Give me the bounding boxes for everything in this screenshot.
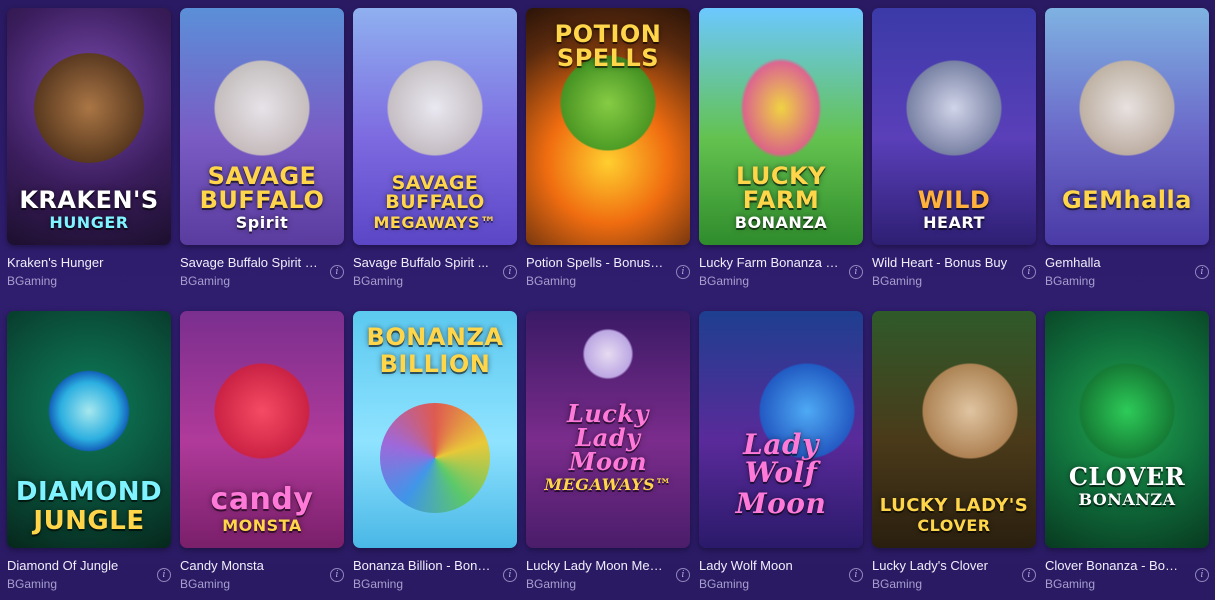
info-icon[interactable]: i [1022, 265, 1036, 279]
game-thumbnail[interactable]: LUCKY LADY'S CLOVER [872, 311, 1036, 548]
game-thumbnail[interactable]: SAVAGE BUFFALO MEGAWAYS™ [353, 8, 517, 245]
monster-artwork [207, 355, 317, 466]
info-icon[interactable]: i [676, 568, 690, 582]
game-card-bonanza-billion[interactable]: BONANZA BILLION Bonanza Billion - Bonu..… [353, 311, 517, 598]
diamond-artwork [25, 346, 153, 475]
game-thumbnail[interactable]: Lucky Lady Moon MEGAWAYS™ [526, 311, 690, 548]
game-thumbnail[interactable]: POTION SPELLS [526, 8, 690, 245]
info-icon[interactable]: i [1195, 568, 1209, 582]
raccoon-artwork [899, 52, 1009, 163]
moon-artwork [578, 323, 638, 384]
info-icon[interactable]: i [676, 265, 690, 279]
game-card-candy-monsta[interactable]: candy MONSTA Candy Monsta BGaming i [180, 311, 344, 598]
game-provider: BGaming [353, 274, 404, 288]
game-thumbnail[interactable]: GEMhalla [1045, 8, 1209, 245]
game-logo: WILD HEART [917, 186, 991, 232]
game-card-diamond-of-jungle[interactable]: DIAMOND JUNGLE Diamond Of Jungle BGaming… [7, 311, 171, 598]
game-provider: BGaming [872, 274, 923, 288]
games-grid: KRAKEN'S HUNGER Kraken's Hunger BGaming … [7, 8, 1209, 598]
info-icon[interactable]: i [157, 568, 171, 582]
game-logo: DIAMOND JUNGLE [15, 477, 163, 536]
game-logo: LUCKY LADY'S CLOVER [879, 495, 1029, 535]
game-logo: GEMhalla [1062, 186, 1192, 214]
game-title[interactable]: Diamond Of Jungle [7, 558, 147, 573]
game-card-lucky-farm-bonanza[interactable]: LUCKY FARM BONANZA Lucky Farm Bonanza E.… [699, 8, 863, 295]
info-icon[interactable]: i [849, 568, 863, 582]
game-provider: BGaming [180, 577, 231, 591]
game-provider: BGaming [526, 577, 577, 591]
game-thumbnail[interactable]: WILD HEART [872, 8, 1036, 245]
game-card-savage-buffalo-spirit-megaways[interactable]: SAVAGE BUFFALO MEGAWAYS™ Savage Buffalo … [353, 8, 517, 295]
game-title[interactable]: Candy Monsta [180, 558, 320, 573]
game-provider: BGaming [353, 577, 404, 591]
game-logo: LUCKY FARM BONANZA [734, 162, 828, 232]
game-logo: SAVAGE BUFFALO MEGAWAYS™ [373, 172, 497, 232]
info-icon[interactable]: i [330, 265, 344, 279]
game-provider: BGaming [699, 274, 750, 288]
info-icon[interactable]: i [1022, 568, 1036, 582]
game-card-lady-wolf-moon[interactable]: Lady Wolf Moon Lady Wolf Moon BGaming i [699, 311, 863, 598]
info-icon[interactable]: i [330, 568, 344, 582]
pinwheel-artwork [380, 402, 490, 513]
game-card-savage-buffalo-spirit[interactable]: SAVAGE BUFFALO Spirit Savage Buffalo Spi… [180, 8, 344, 295]
game-provider: BGaming [7, 274, 58, 288]
game-title[interactable]: Lucky Lady's Clover [872, 558, 1012, 573]
game-provider: BGaming [526, 274, 577, 288]
game-card-clover-bonanza[interactable]: CLOVER BONANZA Clover Bonanza - Bonu... … [1045, 311, 1209, 598]
game-thumbnail[interactable]: candy MONSTA [180, 311, 344, 548]
game-card-lucky-lady-moon-megaways[interactable]: Lucky Lady Moon MEGAWAYS™ Lucky Lady Moo… [526, 311, 690, 598]
game-card-potion-spells[interactable]: POTION SPELLS Potion Spells - Bonus B...… [526, 8, 690, 295]
game-thumbnail[interactable]: BONANZA BILLION [353, 311, 517, 548]
game-logo: SAVAGE BUFFALO Spirit [199, 162, 325, 232]
game-thumbnail[interactable]: LUCKY FARM BONANZA [699, 8, 863, 245]
game-title[interactable]: Lucky Farm Bonanza E... [699, 255, 839, 270]
game-title[interactable]: Lucky Lady Moon Megaw... [526, 558, 666, 573]
info-icon[interactable]: i [849, 265, 863, 279]
game-logo: candy MONSTA [210, 482, 314, 535]
game-provider: BGaming [699, 577, 750, 591]
game-title[interactable]: Gemhalla [1045, 255, 1185, 270]
game-card-gemhalla[interactable]: GEMhalla Gemhalla BGaming i [1045, 8, 1209, 295]
game-thumbnail[interactable]: SAVAGE BUFFALO Spirit [180, 8, 344, 245]
game-provider: BGaming [872, 577, 923, 591]
viking-artwork [1072, 52, 1182, 163]
game-logo: POTION SPELLS [554, 20, 662, 72]
game-title[interactable]: Potion Spells - Bonus B... [526, 255, 666, 270]
game-title[interactable]: Savage Buffalo Spirit ... [353, 255, 493, 270]
game-thumbnail[interactable]: Lady Wolf Moon [699, 311, 863, 548]
lady-artwork [915, 355, 1026, 466]
buffalo-artwork [380, 52, 490, 163]
game-provider: BGaming [1045, 274, 1096, 288]
game-title[interactable]: Kraken's Hunger [7, 255, 147, 270]
game-card-lucky-ladys-clover[interactable]: LUCKY LADY'S CLOVER Lucky Lady's Clover … [872, 311, 1036, 598]
game-title[interactable]: Wild Heart - Bonus Buy [872, 255, 1012, 270]
game-thumbnail[interactable]: DIAMOND JUNGLE [7, 311, 171, 548]
egg-artwork [733, 48, 829, 167]
buffalo-artwork [207, 52, 317, 163]
game-logo: CLOVER BONANZA [1068, 462, 1186, 509]
game-thumbnail[interactable]: CLOVER BONANZA [1045, 311, 1209, 548]
game-title[interactable]: Clover Bonanza - Bonu... [1045, 558, 1185, 573]
info-icon[interactable]: i [503, 568, 517, 582]
game-thumbnail[interactable]: KRAKEN'S HUNGER [7, 8, 171, 245]
game-provider: BGaming [1045, 577, 1096, 591]
game-card-krakens-hunger[interactable]: KRAKEN'S HUNGER Kraken's Hunger BGaming [7, 8, 171, 295]
game-card-wild-heart[interactable]: WILD HEART Wild Heart - Bonus Buy BGamin… [872, 8, 1036, 295]
game-title[interactable]: Bonanza Billion - Bonu... [353, 558, 493, 573]
game-logo: KRAKEN'S HUNGER [19, 186, 159, 232]
leprechaun-hat-artwork [1072, 355, 1182, 466]
game-logo: Lucky Lady Moon MEGAWAYS™ [544, 399, 672, 494]
game-provider: BGaming [180, 274, 231, 288]
info-icon[interactable]: i [1195, 265, 1209, 279]
game-title[interactable]: Savage Buffalo Spirit - ... [180, 255, 320, 270]
info-icon[interactable]: i [503, 265, 517, 279]
game-logo: BONANZA BILLION [366, 323, 504, 378]
game-provider: BGaming [7, 577, 58, 591]
octopus-artwork [34, 52, 144, 163]
game-title[interactable]: Lady Wolf Moon [699, 558, 839, 573]
game-logo: Lady Wolf Moon [735, 428, 827, 520]
